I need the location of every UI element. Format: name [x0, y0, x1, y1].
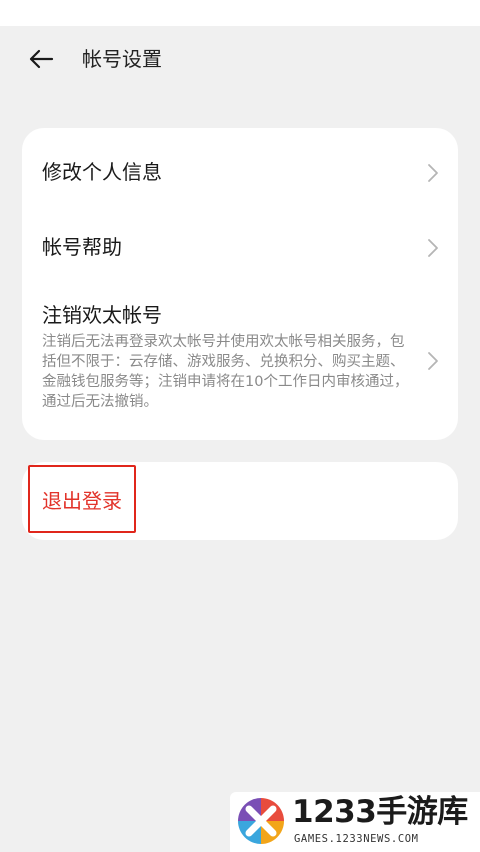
- settings-row-label: 注销欢太帐号: [42, 303, 162, 327]
- settings-row-description: 注销后无法再登录欢太帐号并使用欢太帐号相关服务，包括但不限于：云存储、游戏服务、…: [42, 334, 409, 410]
- site-watermark: 1233手游库 GAMES.1233NEWS.COM: [230, 792, 480, 852]
- page-title: 帐号设置: [82, 47, 162, 71]
- chevron-right-icon: [428, 239, 438, 257]
- settings-row-deactivate-account[interactable]: 注销欢太帐号 注销后无法再登录欢太帐号并使用欢太帐号相关服务，包括但不限于：云存…: [22, 278, 458, 428]
- arrow-left-icon: [29, 49, 54, 69]
- settings-row-label: 帐号帮助: [42, 235, 122, 259]
- back-button[interactable]: [24, 44, 58, 74]
- logout-card: 退出登录: [22, 462, 458, 540]
- settings-row-edit-profile[interactable]: 修改个人信息: [22, 128, 458, 216]
- status-bar-area: [0, 0, 480, 26]
- watermark-domain: GAMES.1233NEWS.COM: [294, 833, 419, 845]
- account-settings-card: 修改个人信息 帐号帮助 注销欢太帐号 注销后无法再登录欢太帐号并使用欢太帐号相关…: [22, 128, 458, 440]
- logout-button[interactable]: 退出登录: [42, 488, 122, 514]
- page-header: 帐号设置: [0, 26, 480, 92]
- watermark-logo-icon: [238, 798, 284, 844]
- settings-row-label: 修改个人信息: [42, 160, 162, 184]
- chevron-right-icon: [428, 164, 438, 182]
- watermark-brand: 1233手游库: [292, 794, 468, 830]
- chevron-right-icon: [428, 352, 438, 370]
- settings-row-account-help[interactable]: 帐号帮助: [22, 216, 458, 278]
